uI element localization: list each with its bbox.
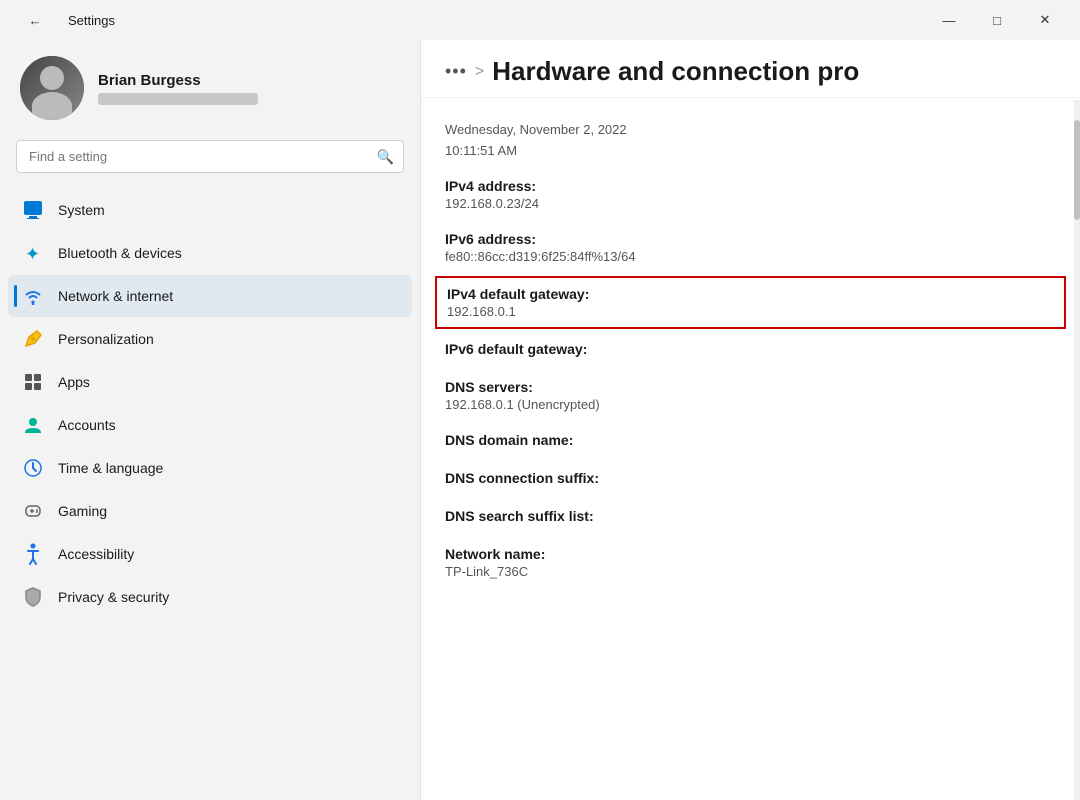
sidebar-item-label-time: Time & language xyxy=(58,460,163,476)
timestamp: Wednesday, November 2, 2022 10:11:51 AM xyxy=(445,106,1056,168)
sidebar-item-network[interactable]: Network & internet xyxy=(8,275,412,317)
info-section: Wednesday, November 2, 2022 10:11:51 AM … xyxy=(445,106,1056,589)
network-icon xyxy=(22,285,44,307)
info-label-dns-domain: DNS domain name: xyxy=(445,432,1056,448)
minimize-button[interactable]: — xyxy=(926,4,972,36)
search-icon: 🔍 xyxy=(377,148,394,165)
sidebar-item-gaming[interactable]: Gaming xyxy=(8,490,412,532)
sidebar-item-time[interactable]: Time & language xyxy=(8,447,412,489)
titlebar-left: ← Settings xyxy=(12,4,115,36)
search-box: 🔍 xyxy=(16,140,404,173)
info-label-dns-search-suffix: DNS search suffix list: xyxy=(445,508,1056,524)
info-label-ipv6-address: IPv6 address: xyxy=(445,231,1056,247)
info-value-network-name: TP-Link_736C xyxy=(445,564,1056,579)
breadcrumb-dots[interactable]: ••• xyxy=(445,61,467,82)
titlebar: ← Settings — □ ✕ xyxy=(0,0,1080,40)
svg-text:✦: ✦ xyxy=(25,244,40,263)
sidebar-item-label-accounts: Accounts xyxy=(58,417,116,433)
info-label-ipv6-gateway: IPv6 default gateway: xyxy=(445,341,1056,357)
app-title: Settings xyxy=(68,13,115,28)
sidebar-item-label-apps: Apps xyxy=(58,374,90,390)
system-icon xyxy=(22,199,44,221)
sidebar-item-personalization[interactable]: Personalization xyxy=(8,318,412,360)
info-row-network-name: Network name: TP-Link_736C xyxy=(445,536,1056,589)
sidebar-item-label-network: Network & internet xyxy=(58,288,173,304)
app-container: Brian Burgess 🔍 System ✦ Bluetooth & devic… xyxy=(0,40,1080,800)
avatar xyxy=(20,56,84,120)
info-value-ipv4-gateway: 192.168.0.1 xyxy=(447,304,1054,319)
info-value-dns-servers: 192.168.0.1 (Unencrypted) xyxy=(445,397,1056,412)
sidebar-item-bluetooth[interactable]: ✦ Bluetooth & devices xyxy=(8,232,412,274)
info-label-ipv4-gateway: IPv4 default gateway: xyxy=(447,286,1054,302)
info-label-dns-conn-suffix: DNS connection suffix: xyxy=(445,470,1056,486)
gaming-icon xyxy=(22,500,44,522)
timestamp-date: Wednesday, November 2, 2022 xyxy=(445,120,1056,141)
info-label-ipv4-address: IPv4 address: xyxy=(445,178,1056,194)
nav-items: System ✦ Bluetooth & devices Network & inte… xyxy=(0,189,420,618)
breadcrumb-separator: > xyxy=(475,63,484,81)
close-button[interactable]: ✕ xyxy=(1022,4,1068,36)
right-scrollbar xyxy=(1074,100,1080,800)
info-label-network-name: Network name: xyxy=(445,546,1056,562)
sidebar-item-system[interactable]: System xyxy=(8,189,412,231)
maximize-button[interactable]: □ xyxy=(974,4,1020,36)
info-label-dns-servers: DNS servers: xyxy=(445,379,1056,395)
window-controls: — □ ✕ xyxy=(926,4,1068,36)
sidebar-item-label-gaming: Gaming xyxy=(58,503,107,519)
accessibility-icon xyxy=(22,543,44,565)
sidebar-item-label-accessibility: Accessibility xyxy=(58,546,134,562)
sidebar-item-label-personalization: Personalization xyxy=(58,331,154,347)
info-row-dns-domain: DNS domain name: xyxy=(445,422,1056,460)
content-header: ••• > Hardware and connection pro xyxy=(421,40,1080,98)
info-row-dns-conn-suffix: DNS connection suffix: xyxy=(445,460,1056,498)
timestamp-time: 10:11:51 AM xyxy=(445,141,1056,162)
info-row-ipv4-gateway: IPv4 default gateway: 192.168.0.1 xyxy=(435,276,1066,329)
info-row-dns-servers: DNS servers: 192.168.0.1 (Unencrypted) xyxy=(445,369,1056,422)
info-value-ipv6-address: fe80::86cc:d319:6f25:84ff%13/64 xyxy=(445,249,1056,264)
sidebar-item-label-bluetooth: Bluetooth & devices xyxy=(58,245,182,261)
page-title: Hardware and connection pro xyxy=(492,56,859,87)
info-row-dns-search-suffix: DNS search suffix list: xyxy=(445,498,1056,536)
main-content: ••• > Hardware and connection pro Wednes… xyxy=(420,40,1080,800)
sidebar-item-label-privacy: Privacy & security xyxy=(58,589,169,605)
accounts-icon xyxy=(22,414,44,436)
avatar-image xyxy=(20,56,84,120)
apps-icon xyxy=(22,371,44,393)
scrollbar-thumb xyxy=(1074,120,1080,220)
sidebar-item-accounts[interactable]: Accounts xyxy=(8,404,412,446)
user-profile: Brian Burgess xyxy=(0,40,420,140)
sidebar-item-accessibility[interactable]: Accessibility xyxy=(8,533,412,575)
time-icon xyxy=(22,457,44,479)
info-value-ipv4-address: 192.168.0.23/24 xyxy=(445,196,1056,211)
user-info: Brian Burgess xyxy=(98,72,258,105)
sidebar-item-privacy[interactable]: Privacy & security xyxy=(8,576,412,618)
sidebar-item-apps[interactable]: Apps xyxy=(8,361,412,403)
info-row-ipv4-address: IPv4 address: 192.168.0.23/24 xyxy=(445,168,1056,221)
info-row-ipv6-gateway: IPv6 default gateway: xyxy=(445,331,1056,369)
privacy-icon xyxy=(22,586,44,608)
info-row-ipv6-address: IPv6 address:fe80::86cc:d319:6f25:84ff%1… xyxy=(445,221,1056,274)
personalization-icon xyxy=(22,328,44,350)
user-email-bar xyxy=(98,93,258,105)
sidebar: Brian Burgess 🔍 System ✦ Bluetooth & devic… xyxy=(0,40,420,800)
info-rows-container: IPv4 address: 192.168.0.23/24 IPv6 address… xyxy=(445,168,1056,589)
search-input[interactable] xyxy=(16,140,404,173)
user-name: Brian Burgess xyxy=(98,72,258,89)
bluetooth-icon: ✦ xyxy=(22,242,44,264)
sidebar-item-label-system: System xyxy=(58,202,105,218)
back-button[interactable]: ← xyxy=(12,4,58,36)
content-body: Wednesday, November 2, 2022 10:11:51 AM … xyxy=(421,98,1080,800)
